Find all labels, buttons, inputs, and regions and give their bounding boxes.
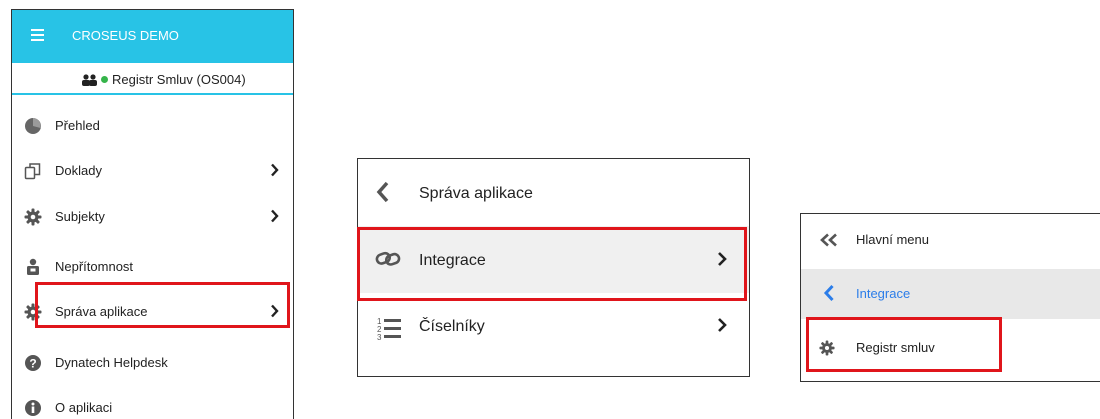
users-icon <box>82 73 97 86</box>
highlight-box <box>35 282 290 328</box>
copy-documents-icon <box>24 163 41 180</box>
online-status-dot <box>101 76 108 83</box>
menu-item-label: Doklady <box>55 163 102 178</box>
user-label: Registr Smluv (OS004) <box>112 72 246 87</box>
menu-item-prehled[interactable]: Přehled <box>12 103 293 149</box>
chevron-left-icon <box>823 284 834 302</box>
info-circle-icon <box>25 400 41 416</box>
user-suitcase-icon <box>27 258 39 275</box>
hamburger-menu-icon[interactable] <box>31 29 44 44</box>
app-header: CROSEUS DEMO <box>12 10 293 63</box>
question-circle-icon: ? <box>25 355 41 371</box>
menu-item-label: Číselníky <box>419 318 485 335</box>
menu-item-doklady[interactable]: Doklady <box>12 148 293 194</box>
menu-item-label: Subjekty <box>55 209 105 224</box>
menu-item-label: Nepřítomnost <box>55 259 134 274</box>
parent-label: Integrace <box>856 286 911 301</box>
menu-item-label: Dynatech Helpdesk <box>55 355 168 370</box>
pie-chart-icon <box>25 118 41 134</box>
menu-item-helpdesk[interactable]: ? Dynatech Helpdesk <box>12 340 293 386</box>
main-menu-button[interactable]: Hlavní menu <box>801 214 1100 266</box>
menu-item-label: Přehled <box>55 118 100 133</box>
svg-text:?: ? <box>29 356 36 370</box>
menu-item-subjekty[interactable]: Subjekty <box>12 194 293 240</box>
parent-back-button[interactable]: Integrace <box>801 269 1100 319</box>
main-menu-panel: CROSEUS DEMO Registr Smluv (OS004) Přehl… <box>11 9 294 419</box>
main-menu-label: Hlavní menu <box>856 232 929 247</box>
app-title: CROSEUS DEMO <box>72 28 179 43</box>
user-row[interactable]: Registr Smluv (OS004) <box>12 63 293 95</box>
back-label: Správa aplikace <box>419 185 533 202</box>
menu-item-ciselniky[interactable]: 1 2 3 Číselníky <box>358 295 749 362</box>
menu-item-o-aplikaci[interactable]: O aplikaci <box>12 385 293 419</box>
chevron-right-icon <box>271 209 279 223</box>
gear-icon <box>24 208 42 226</box>
highlight-box <box>357 227 747 301</box>
svg-text:3: 3 <box>377 333 382 342</box>
double-chevron-left-icon <box>820 233 837 247</box>
chevron-left-icon <box>376 181 389 203</box>
menu-item-label: O aplikaci <box>55 400 113 415</box>
chevron-right-icon <box>271 163 279 177</box>
numbered-list-icon: 1 2 3 <box>377 317 401 342</box>
back-button[interactable]: Správa aplikace <box>358 159 749 226</box>
highlight-box <box>806 317 1002 372</box>
chevron-right-icon <box>718 318 727 332</box>
